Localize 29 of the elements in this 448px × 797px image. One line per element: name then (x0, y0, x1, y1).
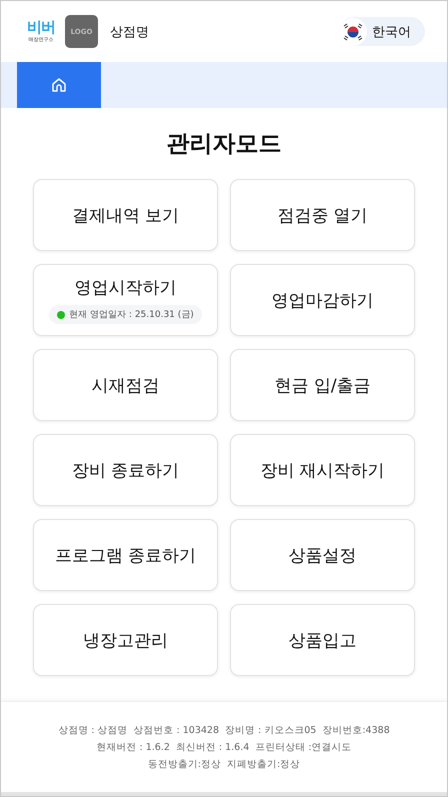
menu-button[interactable]: 영업마감하기 (230, 264, 415, 336)
menu-button[interactable]: 프로그램 종료하기 (33, 519, 218, 591)
device-info-text: 최신버전 : 1.6.4 (176, 740, 250, 754)
device-info-text: 장비번호:4388 (322, 724, 390, 736)
menu-button[interactable]: 냉장고관리 (33, 604, 218, 676)
menu-button[interactable]: 결제내역 보기 (33, 179, 218, 251)
menu-button[interactable]: 장비 종료하기 (33, 434, 218, 506)
business-date-text: 현재 영업일자 : 25.10.31 (금) (69, 309, 194, 321)
menu-button[interactable]: 상품설정 (230, 519, 415, 591)
device-info-text: 지폐방출기:정상 (227, 758, 300, 770)
store-name: 상점명 (110, 24, 149, 40)
page-title: 관리자모드 (166, 130, 282, 159)
language-button[interactable]: 한국어 (339, 17, 425, 46)
device-info-text: 현재버전 : 1.6.2 (96, 740, 170, 754)
menu-button[interactable]: 장비 재시작하기 (230, 434, 415, 506)
menu-button[interactable]: 영업시작하기 현재 영업일자 : 25.10.31 (금) (33, 264, 218, 336)
menu-button[interactable]: 점검중 열기 (230, 179, 415, 251)
home-icon (51, 77, 67, 93)
flag-icon (339, 18, 367, 46)
device-info-text: 상점번호 : 103428 (134, 724, 220, 736)
device-info-text: 프린터상태 :연결시도 (255, 740, 352, 754)
menu-button[interactable]: 상품입고 (230, 604, 415, 676)
brand-mark: 비버 (27, 20, 55, 35)
menu-button[interactable]: 시재점검 (33, 349, 218, 421)
device-info-text: 동전방출기:정상 (148, 758, 221, 770)
device-info-text: 상점명 : 상점명 (58, 724, 128, 736)
menu-button[interactable]: 현금 입/출금 (230, 349, 415, 421)
device-info-text: 장비명 : 키오스크05 (225, 724, 316, 736)
home-tab[interactable] (17, 62, 101, 108)
